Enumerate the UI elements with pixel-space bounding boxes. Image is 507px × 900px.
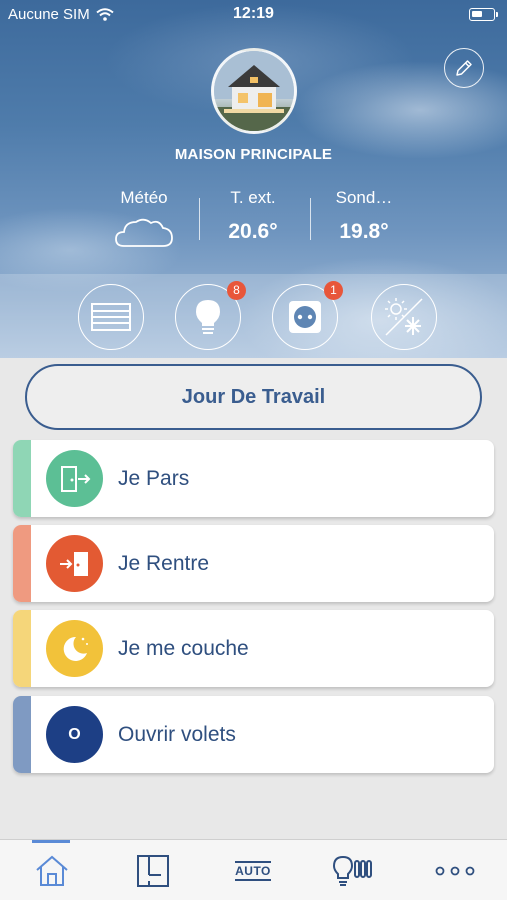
pencil-icon xyxy=(456,60,472,76)
battery-icon xyxy=(469,8,498,21)
socket-icon xyxy=(289,301,321,333)
weather-row: Météo T. ext. 20.6° Sond… 19.8° xyxy=(0,188,507,258)
outdoor-temp-label: T. ext. xyxy=(230,188,276,207)
tab-bar: AUTO xyxy=(0,839,507,900)
edit-button[interactable] xyxy=(444,48,484,88)
moon-icon xyxy=(46,620,103,677)
shutter-icon xyxy=(91,303,131,331)
weather-forecast[interactable]: Météo xyxy=(89,188,199,255)
bulb-icon xyxy=(196,300,220,334)
tab-devices[interactable] xyxy=(324,840,384,900)
scenario-card-ouvrir-volets[interactable]: O Ouvrir volets xyxy=(13,696,494,773)
mode-button[interactable]: Jour De Travail xyxy=(25,364,482,430)
scenario-stripe xyxy=(13,610,31,687)
scenario-card-je-rentre[interactable]: Je Rentre xyxy=(13,525,494,602)
lights-button[interactable]: 8 xyxy=(175,281,246,350)
tab-home[interactable] xyxy=(22,840,82,900)
home-icon xyxy=(36,855,68,886)
tab-more[interactable] xyxy=(425,840,485,900)
status-bar: Aucune SIM 12:19 xyxy=(0,0,507,30)
climate-button[interactable] xyxy=(371,284,437,350)
door-exit-icon xyxy=(46,450,103,507)
house-avatar[interactable] xyxy=(211,48,297,134)
door-enter-icon xyxy=(46,535,103,592)
scenario-label: Je me couche xyxy=(118,637,249,660)
sockets-button[interactable]: 1 xyxy=(272,281,343,350)
sun-snow-icon xyxy=(385,298,423,336)
letter-o-icon: O xyxy=(46,706,103,763)
tab-auto[interactable]: AUTO xyxy=(223,840,283,900)
lights-badge: 8 xyxy=(227,281,246,300)
floorplan-icon xyxy=(137,854,169,887)
bulb-radiator-icon xyxy=(333,855,372,886)
tab-rooms[interactable] xyxy=(123,840,183,900)
auto-label: AUTO xyxy=(235,860,271,881)
probe-temp-value: 19.8° xyxy=(339,220,389,243)
status-time: 12:19 xyxy=(233,5,274,22)
category-bar: 8 1 xyxy=(0,274,507,358)
probe-temp-label: Sond… xyxy=(335,188,393,207)
scenario-stripe xyxy=(13,696,31,773)
shutters-button[interactable] xyxy=(78,284,144,350)
house-photo xyxy=(214,51,294,131)
header-hero: Aucune SIM 12:19 MAISON PRINCIPALE Météo… xyxy=(0,0,507,358)
scenario-stripe xyxy=(13,440,31,517)
scenario-label: Je Pars xyxy=(118,467,190,490)
more-icon xyxy=(435,866,475,875)
scenario-label: Je Rentre xyxy=(118,552,210,575)
sockets-badge: 1 xyxy=(324,281,343,300)
probe-temperature[interactable]: Sond… 19.8° xyxy=(309,188,419,244)
weather-label: Météo xyxy=(120,188,168,207)
scenario-label: Ouvrir volets xyxy=(118,723,236,746)
outdoor-temp-value: 20.6° xyxy=(228,220,278,243)
scenario-card-je-me-couche[interactable]: Je me couche xyxy=(13,610,494,687)
house-name: MAISON PRINCIPALE xyxy=(174,146,333,163)
scenario-card-je-pars[interactable]: Je Pars xyxy=(13,440,494,517)
cloud-icon xyxy=(115,218,173,247)
scenario-stripe xyxy=(13,525,31,602)
outdoor-temperature[interactable]: T. ext. 20.6° xyxy=(198,188,308,244)
